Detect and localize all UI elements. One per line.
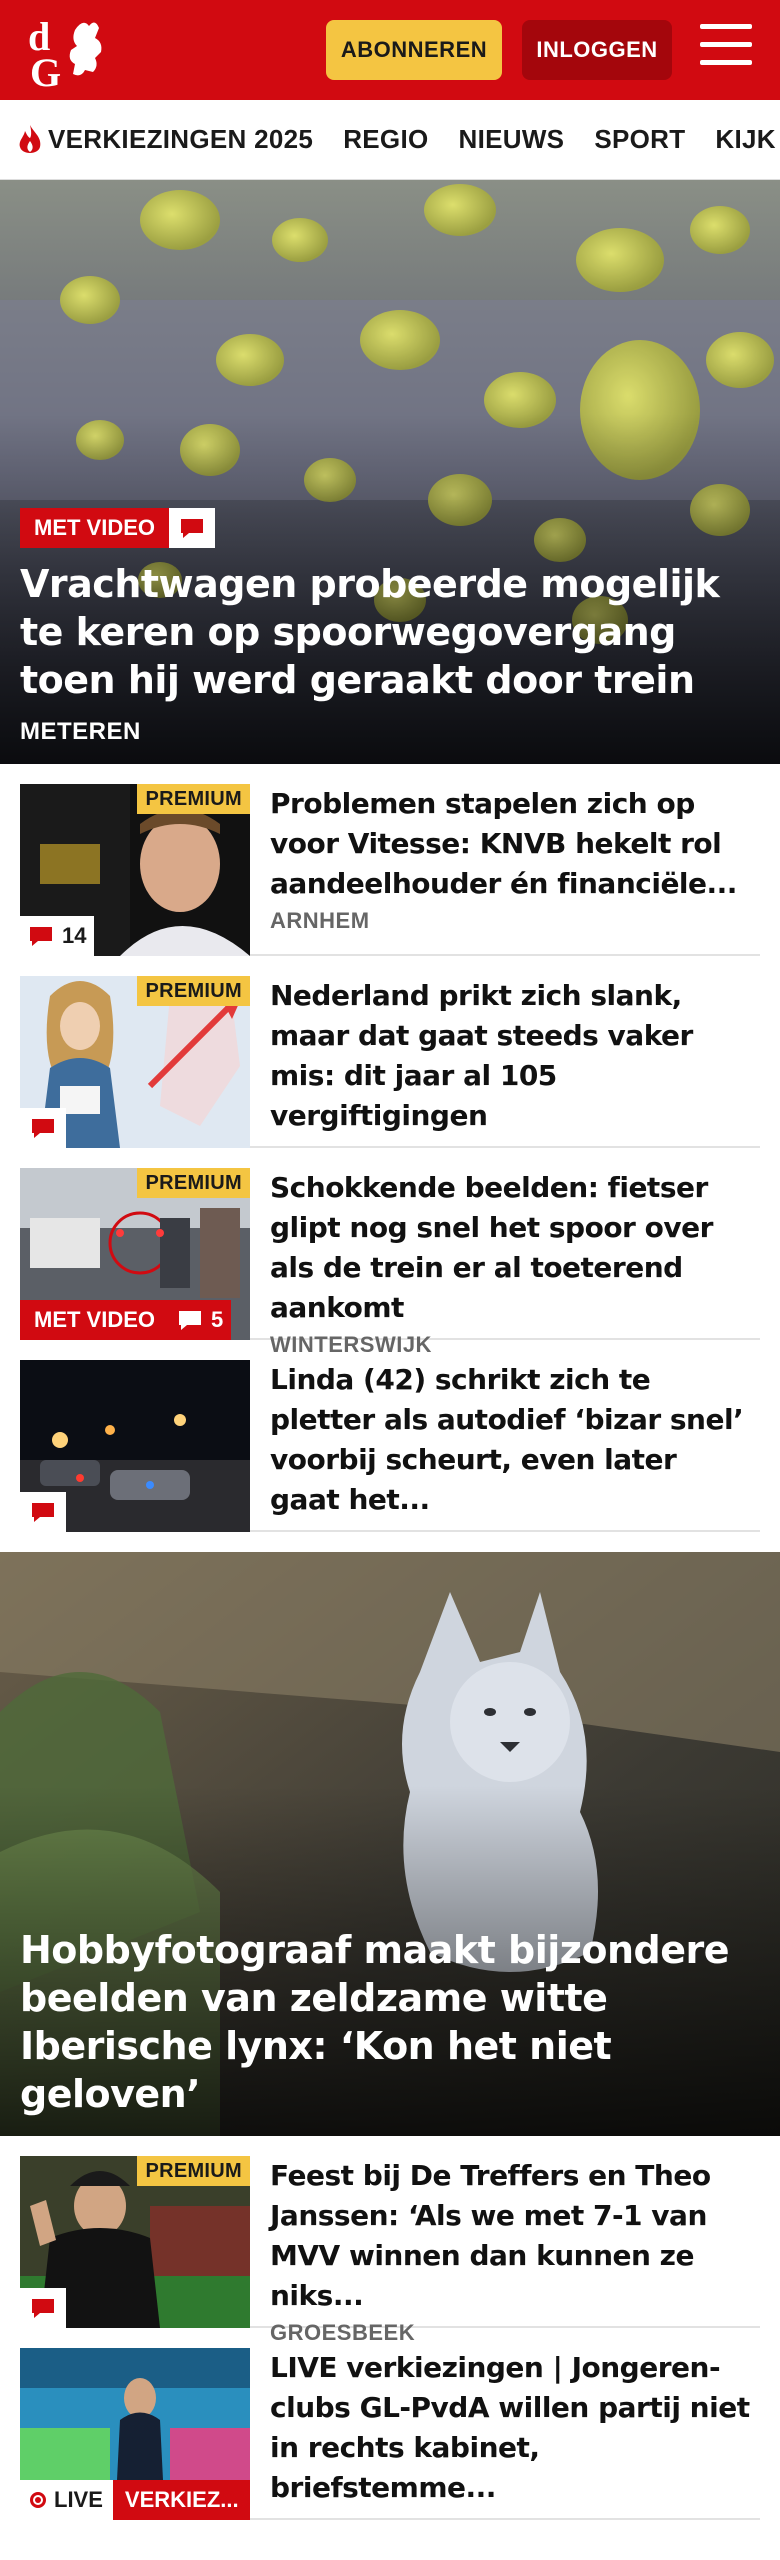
comment-icon bbox=[32, 2299, 54, 2318]
main-nav: VERKIEZINGEN 2025 REGIO NIEUWS SPORT KIJ… bbox=[0, 100, 780, 180]
menu-icon[interactable] bbox=[700, 24, 752, 70]
hero-article[interactable]: MET VIDEO Vrachtwagen probeerde mogelijk… bbox=[0, 180, 780, 764]
nav-item-nieuws[interactable]: NIEUWS bbox=[459, 124, 565, 155]
live-badge: LIVE bbox=[20, 2480, 113, 2520]
comment-icon bbox=[32, 1119, 54, 1138]
list-item[interactable]: LIVE VERKIEZ... LIVE verkiezingen | Jong… bbox=[20, 2328, 760, 2520]
hero-title[interactable]: Vrachtwagen probeerde mogelijk te keren … bbox=[20, 560, 740, 704]
article-thumbnail: PREMIUM 14 bbox=[20, 784, 250, 956]
video-badge: MET VIDEO bbox=[20, 508, 170, 548]
nav-item-sport[interactable]: SPORT bbox=[594, 124, 685, 155]
article-title[interactable]: LIVE verkiezingen | Jongeren­clubs GL-Pv… bbox=[270, 2348, 750, 2508]
list-item[interactable]: PREMIUM 14 Problemen stapelen zich op vo… bbox=[20, 764, 760, 956]
list-item[interactable]: PREMIUM MET VIDEO 5 Schokkende beelden: … bbox=[20, 1148, 760, 1357]
premium-badge: PREMIUM bbox=[137, 2156, 250, 2186]
hero-location: METEREN bbox=[20, 718, 141, 745]
nav-item-kijk[interactable]: KIJK bbox=[715, 124, 775, 155]
hero-content: MET VIDEO Vrachtwagen probeerde mogelijk… bbox=[20, 508, 740, 746]
article-thumbnail: PREMIUM bbox=[20, 2156, 250, 2328]
nav-item-label: REGIO bbox=[343, 124, 429, 154]
comment-count[interactable] bbox=[20, 1492, 66, 1532]
article-thumbnail: PREMIUM MET VIDEO 5 bbox=[20, 1168, 250, 1340]
list-item[interactable]: PREMIUM Nederland prikt zich slank, maar… bbox=[20, 956, 760, 1148]
hero-content: Hobbyfotograaf maakt bijzondere beelden … bbox=[20, 1926, 740, 2118]
article-location: ARNHEM bbox=[270, 908, 370, 933]
article-title[interactable]: Linda (42) schrikt zich te pletter als a… bbox=[270, 1360, 750, 1520]
comment-icon bbox=[179, 1311, 202, 1330]
article-list: PREMIUM 14 Problemen stapelen zich op vo… bbox=[0, 764, 780, 1532]
article-title[interactable]: Nederland prikt zich slank, maar dat gaa… bbox=[270, 976, 750, 1136]
login-button[interactable]: INLOGGEN bbox=[522, 20, 672, 80]
nav-item-label: KIJK bbox=[715, 124, 776, 154]
list-item[interactable]: PREMIUM Feest bij De Treffers en Theo Ja… bbox=[20, 2136, 760, 2345]
site-logo[interactable]: d G bbox=[20, 10, 120, 95]
premium-badge: PREMIUM bbox=[137, 784, 250, 814]
nav-item-label: VERKIEZINGEN 2025 bbox=[48, 124, 314, 154]
comment-count[interactable] bbox=[20, 2288, 66, 2328]
article-title[interactable]: Problemen stapelen zich op voor Vitesse:… bbox=[270, 784, 750, 904]
site-header: d G ABONNEREN INLOGGEN bbox=[0, 0, 780, 100]
live-icon bbox=[30, 2492, 46, 2508]
article-thumbnail: LIVE VERKIEZ... bbox=[20, 2348, 250, 2520]
hero-article-2[interactable]: Hobbyfotograaf maakt bijzondere beelden … bbox=[0, 1552, 780, 2136]
nav-item-verkiezingen[interactable]: VERKIEZINGEN 2025 bbox=[16, 123, 313, 157]
article-title[interactable]: Schokkende beelden: fietser glipt nog sn… bbox=[270, 1168, 750, 1328]
flame-icon bbox=[19, 124, 41, 153]
comment-count[interactable] bbox=[20, 1108, 66, 1148]
hero-title[interactable]: Hobbyfotograaf maakt bijzondere beelden … bbox=[20, 1926, 740, 2118]
article-list: PREMIUM Feest bij De Treffers en Theo Ja… bbox=[0, 2136, 780, 2520]
comment-icon bbox=[32, 1503, 54, 1522]
article-thumbnail: PREMIUM bbox=[20, 976, 250, 1148]
nav-item-regio[interactable]: REGIO bbox=[343, 124, 428, 155]
article-title[interactable]: Feest bij De Treffers en Theo Janssen: ‘… bbox=[270, 2156, 750, 2316]
comment-count[interactable]: 14 bbox=[20, 916, 95, 956]
subscribe-button[interactable]: ABONNEREN bbox=[326, 20, 502, 80]
nav-item-label: SPORT bbox=[594, 124, 686, 154]
article-thumbnail bbox=[20, 1360, 250, 1532]
comment-icon[interactable] bbox=[169, 508, 216, 548]
comment-count[interactable]: 5 bbox=[169, 1300, 232, 1340]
list-item[interactable]: Linda (42) schrikt zich te pletter als a… bbox=[20, 1340, 760, 1532]
svg-text:G: G bbox=[30, 50, 61, 90]
premium-badge: PREMIUM bbox=[137, 976, 250, 1006]
category-tag[interactable]: VERKIEZ... bbox=[112, 2480, 250, 2520]
comment-icon bbox=[30, 927, 52, 946]
video-badge: MET VIDEO bbox=[20, 1300, 170, 1340]
premium-badge: PREMIUM bbox=[137, 1168, 250, 1198]
nav-item-label: NIEUWS bbox=[458, 124, 565, 154]
